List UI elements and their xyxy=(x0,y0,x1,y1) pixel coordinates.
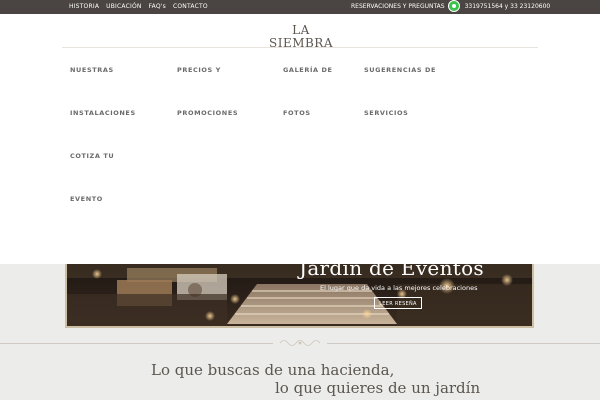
top-nav-ubicacion[interactable]: UBICACIÓN xyxy=(106,0,141,14)
nav-sugerencias-line1[interactable]: SUGERENCIAS DE xyxy=(364,66,436,74)
top-nav-historia[interactable]: HISTORIA xyxy=(69,0,99,14)
top-nav-contacto[interactable]: CONTACTO xyxy=(173,0,208,14)
ornament-icon xyxy=(279,340,321,346)
main-nav: NUESTRAS INSTALACIONES PRECIOS Y PROMOCI… xyxy=(0,48,600,264)
nav-precios-line2[interactable]: PROMOCIONES xyxy=(177,109,238,117)
divider-line-left xyxy=(0,343,273,344)
nav-cotiza-line1[interactable]: COTIZA TU xyxy=(70,152,114,160)
nav-instalaciones-line1[interactable]: NUESTRAS xyxy=(70,66,114,74)
nav-sugerencias-line2[interactable]: SERVICIOS xyxy=(364,109,408,117)
nav-cotiza-line2[interactable]: EVENTO xyxy=(70,195,103,203)
whatsapp-icon[interactable] xyxy=(447,0,460,12)
divider-line-right xyxy=(327,343,600,344)
contact-phones[interactable]: 3319751564 y 33 23120600 xyxy=(465,0,551,14)
hero-subtitle: El lugar que da vida a las mejores celeb… xyxy=(320,284,478,292)
nav-galeria-line1[interactable]: GALERÍA DE xyxy=(283,66,333,74)
top-contact: RESERVACIONES Y PREGUNTAS 3319751564 y 3… xyxy=(351,0,550,14)
slogan-line2: lo que quieres de un jardín xyxy=(275,379,481,397)
contact-label: RESERVACIONES Y PREGUNTAS xyxy=(351,3,445,10)
top-bar: HISTORIA UBICACIÓN FAQ's CONTACTO RESERV… xyxy=(0,0,600,14)
slogan-line1: Lo que buscas de una hacienda, xyxy=(151,361,395,379)
top-nav-faqs[interactable]: FAQ's xyxy=(149,0,166,14)
nav-galeria-line2[interactable]: FOTOS xyxy=(283,109,311,117)
nav-precios-line1[interactable]: PRECIOS Y xyxy=(177,66,221,74)
hero-banner: Jardín de Eventos El lugar que da vida a… xyxy=(65,264,534,328)
top-nav: HISTORIA UBICACIÓN FAQ's CONTACTO xyxy=(69,0,208,14)
read-review-button[interactable]: LEER RESEÑA xyxy=(374,297,422,309)
nav-instalaciones-line2[interactable]: INSTALACIONES xyxy=(70,109,136,117)
hero-title: Jardín de Eventos xyxy=(299,264,484,280)
